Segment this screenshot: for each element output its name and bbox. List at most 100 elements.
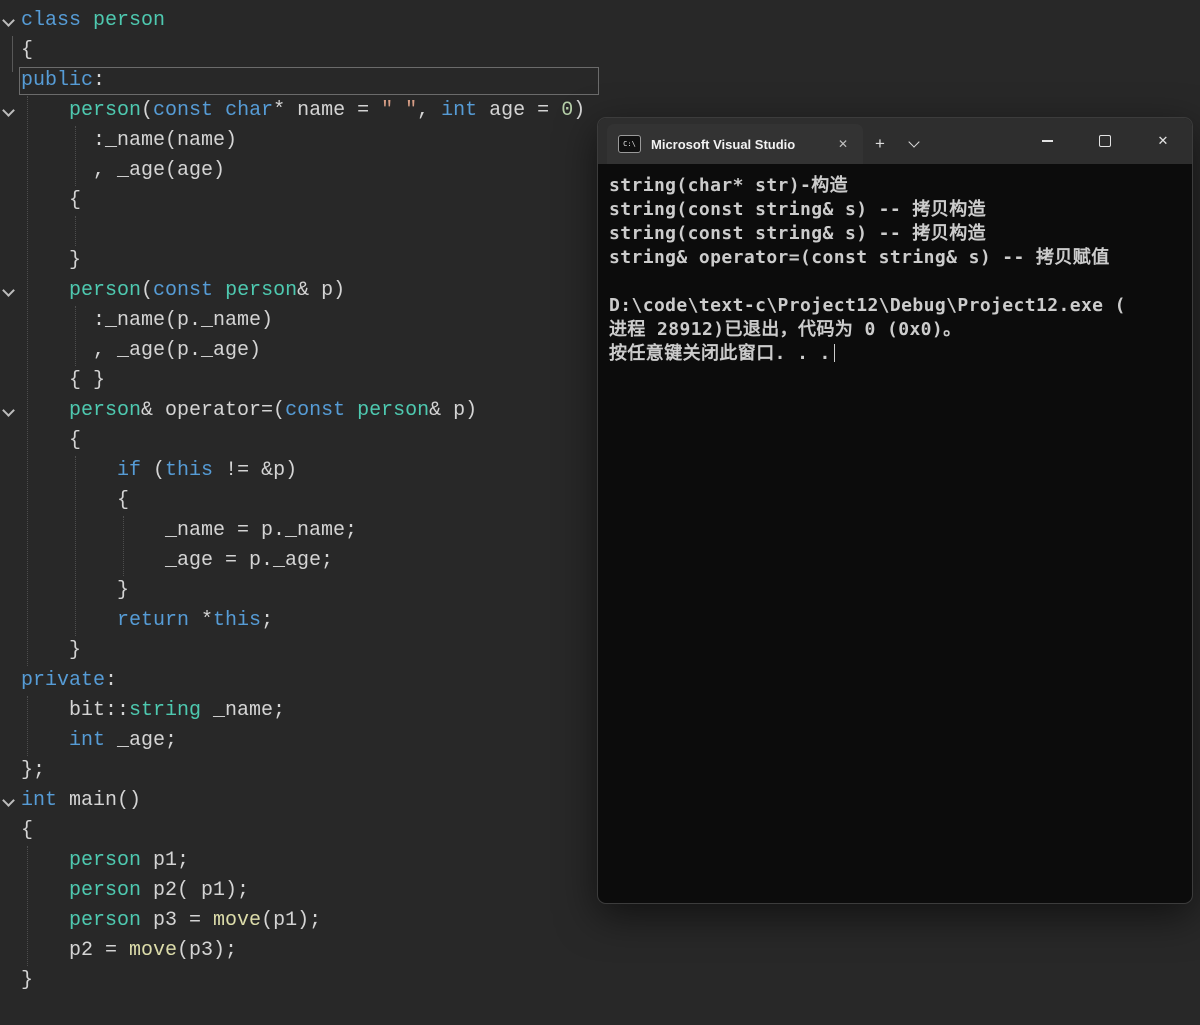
code-line[interactable]: { bbox=[21, 816, 585, 846]
code-line[interactable]: if (this != &p) bbox=[21, 456, 585, 486]
code-line[interactable]: { bbox=[21, 486, 585, 516]
fold-chevron-icon[interactable] bbox=[2, 14, 15, 27]
terminal-line: string(char* str)-构造 bbox=[609, 175, 849, 196]
code-token: { bbox=[21, 39, 34, 62]
code-token: :_name(p._name) bbox=[21, 309, 274, 332]
code-token: public bbox=[21, 69, 94, 92]
code-line[interactable]: p2 = move(p3); bbox=[21, 936, 585, 966]
code-token: * name = bbox=[273, 99, 382, 122]
code-line[interactable]: { } bbox=[21, 366, 585, 396]
code-line[interactable]: { bbox=[21, 426, 585, 456]
code-line[interactable]: person& operator=(const person& p) bbox=[2, 396, 585, 426]
code-token: ( bbox=[141, 99, 154, 122]
code-line[interactable]: person p1; bbox=[21, 846, 585, 876]
outline-margin-line bbox=[12, 36, 13, 72]
minimize-button[interactable] bbox=[1018, 118, 1076, 164]
code-token: ) bbox=[573, 99, 586, 122]
titlebar-drag-area[interactable] bbox=[931, 118, 1018, 164]
code-line[interactable]: _age = p._age; bbox=[21, 546, 585, 576]
terminal-window[interactable]: C:\ Microsoft Visual Studio ✕ + ✕ string… bbox=[597, 117, 1193, 904]
code-line[interactable]: :_name(p._name) bbox=[21, 306, 585, 336]
code-token: this bbox=[165, 459, 214, 482]
code-line[interactable] bbox=[21, 216, 585, 246]
tab-close-icon[interactable]: ✕ bbox=[834, 135, 852, 153]
close-button[interactable]: ✕ bbox=[1134, 118, 1192, 164]
close-icon: ✕ bbox=[1157, 133, 1169, 148]
code-line[interactable]: int main() bbox=[2, 786, 585, 816]
code-token: } bbox=[21, 969, 34, 992]
code-line[interactable]: person(const person& p) bbox=[2, 276, 585, 306]
code-token: " " bbox=[381, 99, 418, 122]
code-line[interactable]: { bbox=[21, 36, 585, 66]
code-line[interactable]: } bbox=[21, 246, 585, 276]
code-line[interactable]: }; bbox=[21, 756, 585, 786]
terminal-line: D:\code\text-c\Project12\Debug\Project12… bbox=[609, 295, 1126, 316]
code-line[interactable]: , _age(age) bbox=[21, 156, 585, 186]
maximize-icon bbox=[1099, 135, 1111, 147]
code-token: const bbox=[153, 279, 214, 302]
chevron-down-icon bbox=[908, 136, 920, 148]
terminal-titlebar[interactable]: C:\ Microsoft Visual Studio ✕ + ✕ bbox=[598, 118, 1192, 164]
code-line[interactable]: return *this; bbox=[21, 606, 585, 636]
code-token: string bbox=[129, 699, 202, 722]
code-token: ; bbox=[261, 609, 274, 632]
terminal-tab[interactable]: C:\ Microsoft Visual Studio ✕ bbox=[607, 124, 863, 164]
plus-icon: + bbox=[875, 134, 885, 153]
minimize-icon bbox=[1041, 140, 1053, 142]
tab-dropdown-button[interactable] bbox=[897, 124, 931, 164]
code-token: person bbox=[357, 399, 430, 422]
code-token: const bbox=[285, 399, 346, 422]
text-cursor bbox=[833, 344, 836, 362]
code-token: : bbox=[105, 669, 118, 692]
maximize-button[interactable] bbox=[1076, 118, 1134, 164]
code-line[interactable]: class person bbox=[2, 6, 585, 36]
code-token: person bbox=[93, 9, 166, 32]
code-token: _name; bbox=[201, 699, 286, 722]
code-line[interactable]: person(const char* name = " ", int age =… bbox=[2, 96, 586, 126]
code-token: p2( p1); bbox=[141, 879, 250, 902]
code-line[interactable]: private: bbox=[21, 666, 585, 696]
code-line[interactable]: public: bbox=[21, 66, 585, 96]
code-line[interactable]: person p2( p1); bbox=[21, 876, 585, 906]
code-token: p2 = bbox=[21, 939, 130, 962]
code-token: move bbox=[213, 909, 262, 932]
fold-chevron-icon[interactable] bbox=[2, 104, 15, 117]
code-line[interactable]: bit::string _name; bbox=[21, 696, 585, 726]
code-token: person bbox=[69, 99, 142, 122]
terminal-line: 进程 28912)已退出，代码为 0 (0x0)。 bbox=[609, 319, 962, 340]
code-token: 0 bbox=[561, 99, 574, 122]
code-token: , bbox=[417, 99, 442, 122]
code-token: person bbox=[69, 399, 142, 422]
code-line[interactable]: } bbox=[21, 966, 585, 996]
code-line[interactable]: person p3 = move(p1); bbox=[21, 906, 585, 936]
code-token: int bbox=[69, 729, 106, 752]
code-token: main() bbox=[57, 789, 142, 812]
code-token: , _age(age) bbox=[21, 159, 226, 182]
code-token: return bbox=[117, 609, 190, 632]
terminal-output[interactable]: string(char* str)-构造 string(const string&… bbox=[598, 164, 1192, 376]
terminal-icon: C:\ bbox=[618, 135, 641, 153]
new-tab-button[interactable]: + bbox=[863, 124, 897, 164]
code-line[interactable]: { bbox=[21, 186, 585, 216]
code-line[interactable]: } bbox=[21, 576, 585, 606]
code-line[interactable]: } bbox=[21, 636, 585, 666]
code-lines[interactable]: class person{public: person(const char* … bbox=[2, 6, 586, 996]
code-token: _name = p._name; bbox=[21, 519, 358, 542]
code-line[interactable]: int _age; bbox=[21, 726, 585, 756]
code-line[interactable]: _name = p._name; bbox=[21, 516, 585, 546]
code-line[interactable]: :_name(name) bbox=[21, 126, 585, 156]
code-token: } bbox=[21, 579, 130, 602]
fold-chevron-icon[interactable] bbox=[2, 794, 15, 807]
code-token: (p1); bbox=[261, 909, 322, 932]
code-line[interactable]: , _age(p._age) bbox=[21, 336, 585, 366]
code-token: char bbox=[225, 99, 274, 122]
fold-chevron-icon[interactable] bbox=[2, 404, 15, 417]
fold-chevron-icon[interactable] bbox=[2, 284, 15, 297]
code-token: person bbox=[69, 909, 142, 932]
